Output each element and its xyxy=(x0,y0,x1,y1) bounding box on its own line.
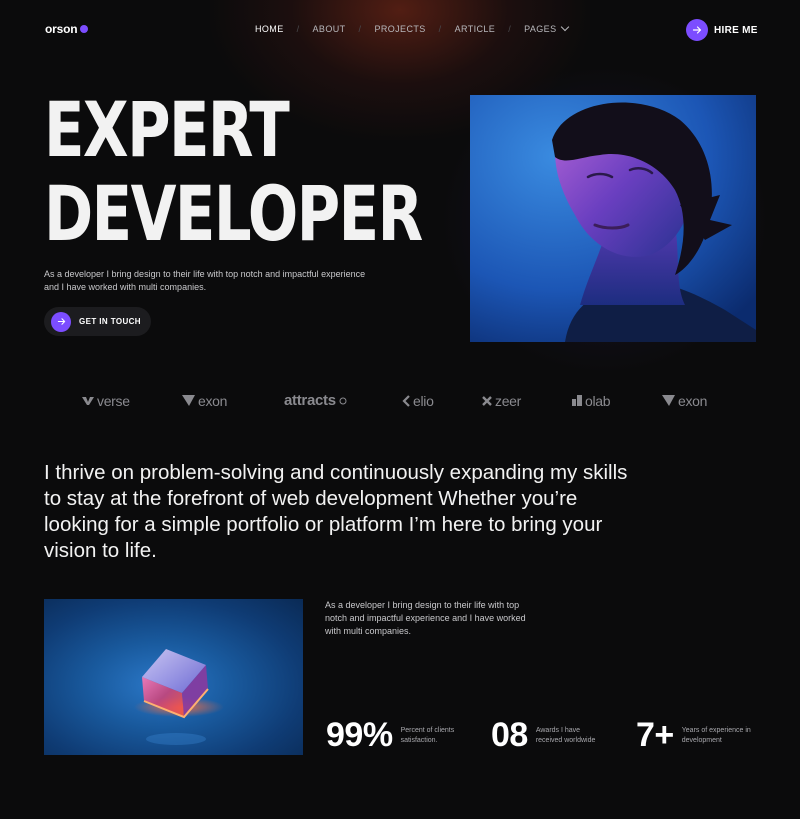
stat-label: Years of experience in development xyxy=(681,727,751,744)
portrait-image xyxy=(470,95,756,342)
olab-mark-icon xyxy=(572,395,582,406)
stat-value: 7+ xyxy=(636,716,674,754)
nav-separator: / xyxy=(358,24,362,34)
nav-item-about[interactable]: ABOUT xyxy=(313,24,346,34)
stat-client-satisfaction: 99% Percent of clients satisfaction. xyxy=(326,716,463,755)
nav-item-home[interactable]: HOME xyxy=(255,24,284,34)
get-in-touch-label: GET IN TOUCH xyxy=(79,317,141,326)
hero-title: EXPERT DEVELOPER xyxy=(44,85,423,258)
brand-logo: elio xyxy=(402,393,482,409)
brand-name: exon xyxy=(678,392,708,409)
brand-name: exon xyxy=(198,392,228,409)
exon-mark-icon xyxy=(182,395,195,406)
brand-logo: exon xyxy=(662,393,732,409)
hero-description: As a developer I bring design to their l… xyxy=(44,269,366,292)
exon-mark-icon xyxy=(662,395,675,406)
elio-mark-icon xyxy=(402,394,410,407)
brand-name: verse xyxy=(97,392,130,409)
brand-logo: exon xyxy=(182,393,284,409)
arrow-right-icon xyxy=(51,311,71,332)
top-navigation: orson HOME / ABOUT / PROJECTS / ARTICLE … xyxy=(0,0,800,60)
zeer-mark-icon xyxy=(482,395,492,406)
stat-label: Awards I have received worldwide xyxy=(535,727,596,744)
brand-name: zeer xyxy=(495,392,522,409)
arrow-right-icon xyxy=(686,19,708,41)
nav-separator: / xyxy=(296,24,300,34)
brand-logo: olab xyxy=(572,393,662,409)
nav-item-projects[interactable]: PROJECTS xyxy=(374,24,425,34)
brand-name: olab xyxy=(585,392,611,409)
about-description: As a developer I bring design to their l… xyxy=(325,600,526,636)
logo-text: orson xyxy=(45,22,78,36)
brand-name: elio xyxy=(413,392,434,409)
stat-value: 99% xyxy=(326,716,393,754)
mission-statement: I thrive on problem-solving and continuo… xyxy=(44,461,628,562)
verse-mark-icon xyxy=(82,396,94,405)
get-in-touch-button[interactable]: GET IN TOUCH xyxy=(44,307,151,336)
attracts-mark-icon xyxy=(339,397,347,404)
nav-separator: / xyxy=(508,24,512,34)
brand-logo: zeer xyxy=(482,393,572,409)
nav-separator: / xyxy=(438,24,442,34)
brand-logo-strip: verse exon attracts elio zeer olab exon xyxy=(82,392,732,409)
stat-label: Percent of clients satisfaction. xyxy=(400,727,455,744)
brand-name: attracts xyxy=(284,392,336,409)
hero-title-line-2: DEVELOPER xyxy=(44,169,423,258)
main-menu: HOME / ABOUT / PROJECTS / ARTICLE / PAGE… xyxy=(255,22,570,34)
crystal-cube-image xyxy=(44,599,303,755)
brand-logo: verse xyxy=(82,393,182,409)
chevron-down-icon xyxy=(561,22,570,32)
brand-logo: attracts xyxy=(284,392,402,409)
nav-item-article[interactable]: ARTICLE xyxy=(455,24,496,34)
logo-dot-icon xyxy=(80,25,89,33)
nav-item-pages[interactable]: PAGES xyxy=(524,22,570,34)
logo[interactable]: orson xyxy=(45,22,89,36)
hire-me-button[interactable]: HIRE ME xyxy=(686,19,758,41)
nav-item-pages-label: PAGES xyxy=(524,24,557,34)
stat-value: 08 xyxy=(491,716,528,754)
stat-years-experience: 7+ Years of experience in development xyxy=(636,716,754,755)
stat-awards: 08 Awards I have received worldwide xyxy=(491,716,606,755)
hero-title-line-1: EXPERT xyxy=(44,85,290,174)
hire-me-label: HIRE ME xyxy=(714,24,758,36)
